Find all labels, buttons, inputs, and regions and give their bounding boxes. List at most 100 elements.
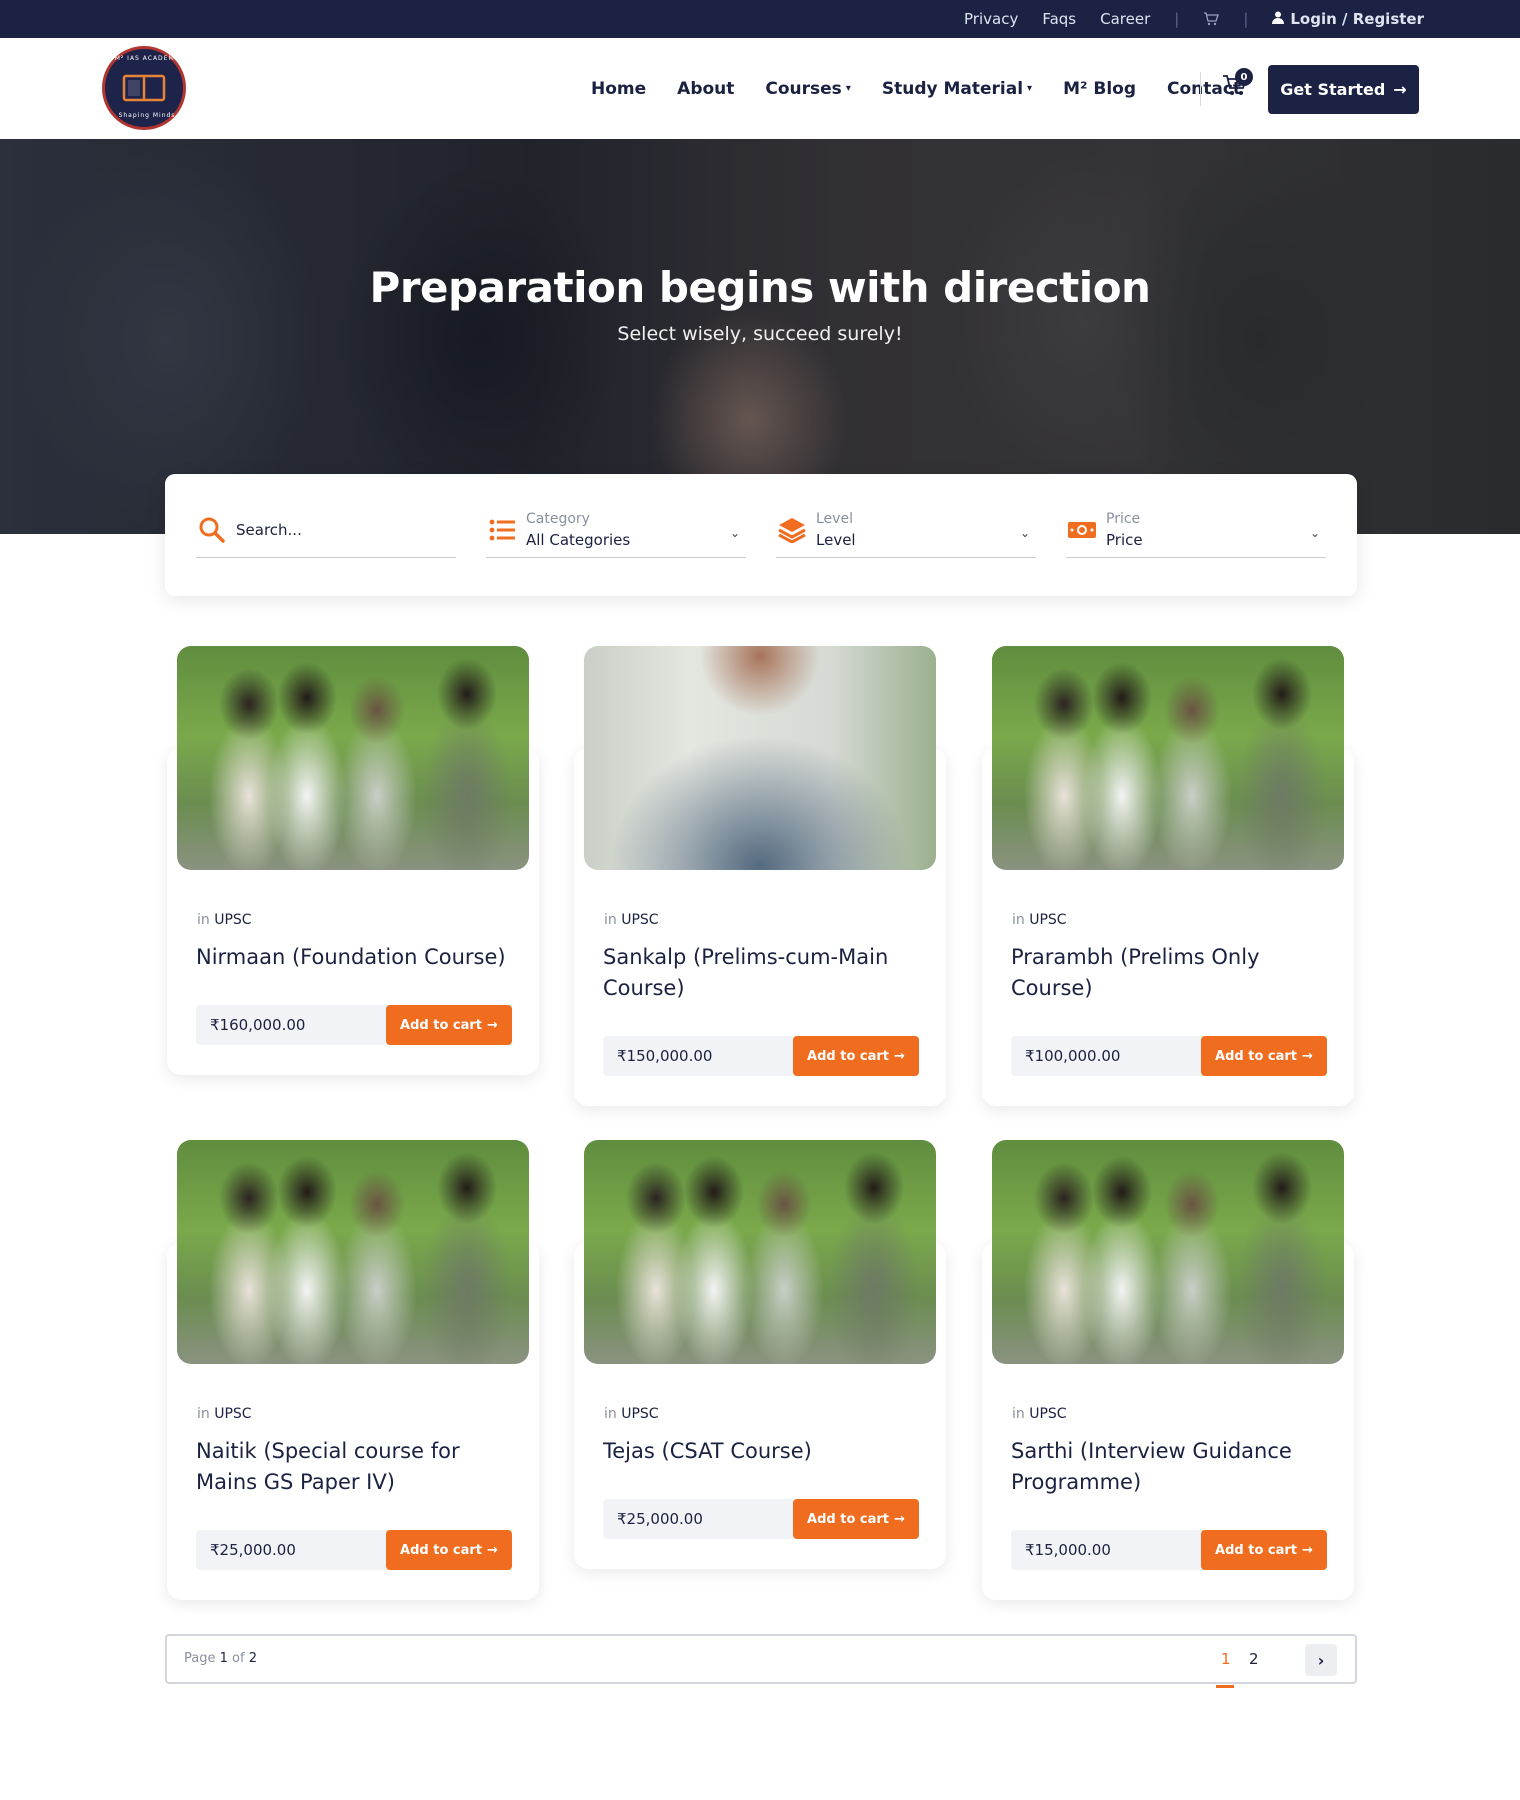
price-row: ₹160,000.00 Add to cart → [196,1005,512,1045]
price-row: ₹15,000.00 Add to cart → [1011,1530,1327,1570]
course-card[interactable]: in UPSC Prarambh (Prelims Only Course) ₹… [982,646,1354,1106]
course-price: ₹25,000.00 [617,1510,703,1528]
course-price: ₹160,000.00 [210,1016,306,1034]
get-started-button[interactable]: Get Started → [1268,65,1419,114]
hero-title: Preparation begins with direction [369,263,1151,312]
add-to-cart-button[interactable]: Add to cart → [386,1530,512,1570]
course-card[interactable]: in UPSC Naitik (Special course for Mains… [167,1140,539,1600]
nav-study-material[interactable]: Study Material ▾ [882,79,1032,99]
in-label: in [197,1406,210,1422]
arrow-right-icon: → [487,1542,498,1558]
search-input[interactable]: Search... [236,521,302,539]
in-label: in [604,912,617,928]
add-to-cart-label: Add to cart [400,1542,483,1558]
add-to-cart-button[interactable]: Add to cart → [1201,1036,1327,1076]
list-icon [486,514,518,546]
price-row: ₹150,000.00 Add to cart → [603,1036,919,1076]
course-title[interactable]: Prarambh (Prelims Only Course) [1011,942,1331,1004]
course-price: ₹25,000.00 [210,1541,296,1559]
add-to-cart-label: Add to cart [807,1048,890,1064]
course-title[interactable]: Tejas (CSAT Course) [603,1436,923,1467]
page-link-2[interactable]: 2 [1249,1650,1259,1668]
course-card[interactable]: in UPSC Nirmaan (Foundation Course) ₹160… [167,646,539,1075]
course-category: in UPSC [604,912,659,928]
in-label: in [604,1406,617,1422]
nav-about[interactable]: About [677,79,734,99]
login-register-link[interactable]: Login / Register [1272,10,1424,28]
career-link[interactable]: Career [1100,10,1150,28]
level-select[interactable]: Level Level ⌄ [776,502,1036,558]
add-to-cart-label: Add to cart [1215,1048,1298,1064]
level-value: Level [816,530,856,549]
add-to-cart-label: Add to cart [807,1511,890,1527]
course-price: ₹100,000.00 [1025,1047,1121,1065]
course-image[interactable] [584,1140,936,1364]
arrow-right-icon: → [1393,80,1407,99]
nav-about-label: About [677,78,735,99]
category-tag[interactable]: UPSC [1029,1406,1066,1422]
add-to-cart-button[interactable]: Add to cart → [793,1499,919,1539]
chevron-down-icon: ▾ [845,83,851,94]
of-word: of [232,1651,245,1666]
course-image[interactable] [177,1140,529,1364]
hero-subtitle: Select wisely, succeed surely! [617,323,903,345]
nav-blog[interactable]: M² Blog [1063,79,1136,99]
page-link-1[interactable]: 1 [1216,1650,1234,1688]
course-price: ₹15,000.00 [1025,1541,1111,1559]
course-price: ₹150,000.00 [617,1047,713,1065]
add-to-cart-button[interactable]: Add to cart → [793,1036,919,1076]
privacy-link[interactable]: Privacy [964,10,1018,28]
logo-text-top: M² IAS ACADEMY [114,55,180,62]
book-icon [122,73,166,103]
category-select[interactable]: Category All Categories ⌄ [486,502,746,558]
cart-icon[interactable] [1203,12,1220,26]
course-category: in UPSC [1012,1406,1067,1422]
nav-courses[interactable]: Courses ▾ [765,79,850,99]
logo-text-bottom: Shaping Minds [118,112,176,119]
course-category: in UPSC [197,1406,252,1422]
course-title[interactable]: Sankalp (Prelims-cum-Main Course) [603,942,923,1004]
course-card[interactable]: in UPSC Tejas (CSAT Course) ₹25,000.00 A… [574,1140,946,1569]
course-image[interactable] [992,1140,1344,1364]
add-to-cart-button[interactable]: Add to cart → [1201,1530,1327,1570]
category-tag[interactable]: UPSC [214,912,251,928]
chevron-right-icon: › [1317,1650,1325,1670]
login-register-label: Login / Register [1290,10,1424,28]
chevron-down-icon: ▾ [1027,83,1033,94]
academy-logo[interactable]: M² IAS ACADEMY Shaping Minds [102,46,186,130]
price-row: ₹100,000.00 Add to cart → [1011,1036,1327,1076]
next-page-button[interactable]: › [1305,1644,1337,1676]
course-title[interactable]: Naitik (Special course for Mains GS Pape… [196,1436,516,1498]
user-icon [1272,10,1285,28]
search-field[interactable]: Search... [196,502,456,558]
course-title[interactable]: Sarthi (Interview Guidance Programme) [1011,1436,1331,1498]
course-card[interactable]: in UPSC Sarthi (Interview Guidance Progr… [982,1140,1354,1600]
chevron-down-icon: ⌄ [729,526,740,540]
nav-home[interactable]: Home [591,79,646,99]
divider: | [1243,10,1249,28]
course-title[interactable]: Nirmaan (Foundation Course) [196,942,516,973]
nav-home-label: Home [591,78,647,99]
add-to-cart-label: Add to cart [1215,1542,1298,1558]
pagination-bar: Page 1 of 2 1 2 › [165,1634,1357,1688]
price-select[interactable]: Price Price ⌄ [1066,502,1326,558]
page-word: Page [184,1651,216,1666]
chevron-down-icon: ⌄ [1019,526,1030,540]
category-tag[interactable]: UPSC [214,1406,251,1422]
faqs-link[interactable]: Faqs [1042,10,1076,28]
header-divider [1200,72,1201,106]
course-image[interactable] [584,646,936,870]
divider: | [1174,10,1180,28]
course-image[interactable] [992,646,1344,870]
page-indicator: Page 1 of 2 [184,1651,257,1666]
price-row: ₹25,000.00 Add to cart → [603,1499,919,1539]
category-tag[interactable]: UPSC [621,912,658,928]
category-label: Category [526,510,590,527]
course-image[interactable] [177,646,529,870]
category-tag[interactable]: UPSC [1029,912,1066,928]
add-to-cart-button[interactable]: Add to cart → [386,1005,512,1045]
course-category: in UPSC [197,912,252,928]
category-tag[interactable]: UPSC [621,1406,658,1422]
layers-icon [776,514,808,546]
course-card[interactable]: in UPSC Sankalp (Prelims-cum-Main Course… [574,646,946,1106]
